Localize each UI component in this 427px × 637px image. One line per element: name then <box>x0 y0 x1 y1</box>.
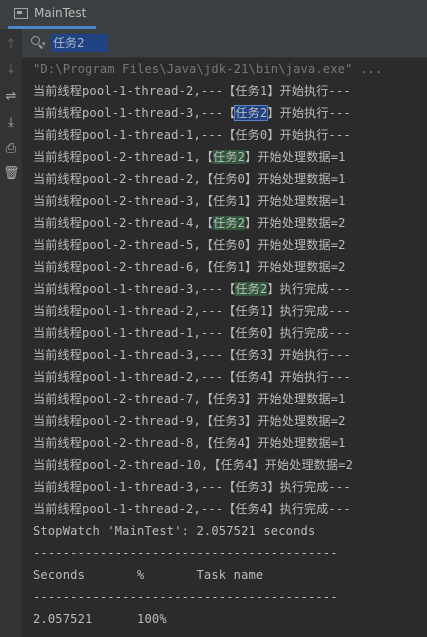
console-text: 当前线程pool-1-thread-1,---【任务0】开始执行--- <box>33 128 351 142</box>
console-line: 当前线程pool-2-thread-2,【任务0】开始处理数据=1 <box>33 168 346 190</box>
console-text: 当前线程pool-2-thread-10,【任务4】开始处理数据=2 <box>33 458 354 472</box>
console-line: 当前线程pool-1-thread-1,---【任务0】开始执行--- <box>33 124 351 146</box>
console-line: 当前线程pool-1-thread-3,---【任务3】开始执行--- <box>33 344 351 366</box>
console-text: 2.057521 100% <box>33 612 167 626</box>
console-text: 当前线程pool-2-thread-5,【任务0】开始处理数据=2 <box>33 238 346 252</box>
console-text: 当前线程pool-1-thread-1,---【任务0】执行完成--- <box>33 326 351 340</box>
scroll-to-end-icon[interactable]: ⤓ <box>3 115 19 131</box>
console-text: 】开始处理数据=2 <box>245 216 346 230</box>
console-line: 当前线程pool-2-thread-8,【任务4】开始处理数据=1 <box>33 432 346 454</box>
console-line: 当前线程pool-2-thread-3,【任务1】开始处理数据=1 <box>33 190 346 212</box>
console-text: 】开始处理数据=1 <box>245 150 346 164</box>
console-toolbar: ↑ ↓ ⇌ ⤓ ⎙ 🗑 <box>0 29 23 637</box>
console-line: 当前线程pool-1-thread-2,---【任务4】开始执行--- <box>33 366 351 388</box>
down-arrow-icon[interactable]: ↓ <box>3 62 19 78</box>
console-line: 当前线程pool-2-thread-10,【任务4】开始处理数据=2 <box>33 454 353 476</box>
console-text: 当前线程pool-2-thread-6,【任务1】开始处理数据=2 <box>33 260 346 274</box>
search-match: 任务2 <box>213 150 246 164</box>
console-line: 当前线程pool-2-thread-5,【任务0】开始处理数据=2 <box>33 234 346 256</box>
console-line: 当前线程pool-1-thread-3,---【任务2】开始执行--- <box>33 102 351 124</box>
print-icon[interactable]: ⎙ <box>3 141 19 157</box>
tab-title: MainTest <box>34 6 87 20</box>
console-line: 2.057521 100% <box>33 608 167 630</box>
console-text: 】执行完成--- <box>267 282 351 296</box>
console-output[interactable]: "D:\Program Files\Java\jdk-21\bin\java.e… <box>22 58 427 637</box>
console-line: 当前线程pool-1-thread-1,---【任务0】执行完成--- <box>33 322 351 344</box>
console-text: 当前线程pool-1-thread-2,---【任务4】开始执行--- <box>33 370 351 384</box>
search-bar: ▾ <box>22 29 427 58</box>
console-line: Seconds % Task name <box>33 564 263 586</box>
console-text: "D:\Program Files\Java\jdk-21\bin\java.e… <box>33 62 383 76</box>
console-text: 当前线程pool-1-thread-3,---【任务3】开始执行--- <box>33 348 351 362</box>
search-icon[interactable] <box>31 36 40 45</box>
console-text: 当前线程pool-2-thread-4,【 <box>33 216 214 230</box>
console-text: 当前线程pool-1-thread-2,---【任务1】开始执行--- <box>33 84 351 98</box>
console-line: 当前线程pool-2-thread-7,【任务3】开始处理数据=1 <box>33 388 346 410</box>
soft-wrap-icon[interactable]: ⇌ <box>3 89 19 105</box>
console-text: 】开始执行--- <box>267 106 351 120</box>
console-line: 当前线程pool-2-thread-4,【任务2】开始处理数据=2 <box>33 212 346 234</box>
console-text: 当前线程pool-2-thread-8,【任务4】开始处理数据=1 <box>33 436 346 450</box>
search-match-current: 任务2 <box>234 105 269 121</box>
up-arrow-icon[interactable]: ↑ <box>3 37 19 53</box>
console-command-line: "D:\Program Files\Java\jdk-21\bin\java.e… <box>33 58 382 80</box>
trash-icon[interactable]: 🗑 <box>3 166 20 182</box>
console-text: 当前线程pool-1-thread-3,---【任务3】执行完成--- <box>33 480 351 494</box>
console-text: 当前线程pool-1-thread-3,---【 <box>33 282 236 296</box>
search-input[interactable] <box>51 34 108 52</box>
console-line: 当前线程pool-1-thread-2,---【任务1】开始执行--- <box>33 80 351 102</box>
console-line: 当前线程pool-1-thread-3,---【任务2】执行完成--- <box>33 278 351 300</box>
console-line: 当前线程pool-2-thread-9,【任务3】开始处理数据=2 <box>33 410 346 432</box>
console-text: 当前线程pool-2-thread-9,【任务3】开始处理数据=2 <box>33 414 346 428</box>
chevron-down-icon[interactable]: ▾ <box>42 41 46 48</box>
console-text: 当前线程pool-2-thread-7,【任务3】开始处理数据=1 <box>33 392 346 406</box>
console-text: Seconds % Task name <box>33 568 264 582</box>
console-line: StopWatch 'MainTest': 2.057521 seconds <box>33 520 315 542</box>
console-text: StopWatch 'MainTest': 2.057521 seconds <box>33 524 316 538</box>
console-text: ----------------------------------------… <box>33 546 338 560</box>
console-icon <box>14 7 28 19</box>
console-line: 当前线程pool-1-thread-2,---【任务1】执行完成--- <box>33 300 351 322</box>
search-match: 任务2 <box>235 282 268 296</box>
search-match: 任务2 <box>213 216 246 230</box>
console-text: 当前线程pool-2-thread-1,【 <box>33 150 214 164</box>
console-text: ----------------------------------------… <box>33 590 338 604</box>
console-text: 当前线程pool-2-thread-3,【任务1】开始处理数据=1 <box>33 194 346 208</box>
tab-maintest[interactable]: MainTest <box>8 0 97 29</box>
console-line: 当前线程pool-2-thread-6,【任务1】开始处理数据=2 <box>33 256 346 278</box>
console-line: 当前线程pool-1-thread-2,---【任务4】执行完成--- <box>33 498 351 520</box>
console-line: 当前线程pool-1-thread-3,---【任务3】执行完成--- <box>33 476 351 498</box>
console-line: ----------------------------------------… <box>33 586 338 608</box>
console-text: 当前线程pool-1-thread-2,---【任务1】执行完成--- <box>33 304 351 318</box>
console-line: ----------------------------------------… <box>33 542 338 564</box>
console-line: 当前线程pool-2-thread-1,【任务2】开始处理数据=1 <box>33 146 346 168</box>
console-text: 当前线程pool-1-thread-3,---【 <box>33 106 236 120</box>
tool-window-tabbar: MainTest <box>0 0 427 30</box>
console-text: 当前线程pool-1-thread-2,---【任务4】执行完成--- <box>33 502 351 516</box>
console-text: 当前线程pool-2-thread-2,【任务0】开始处理数据=1 <box>33 172 346 186</box>
